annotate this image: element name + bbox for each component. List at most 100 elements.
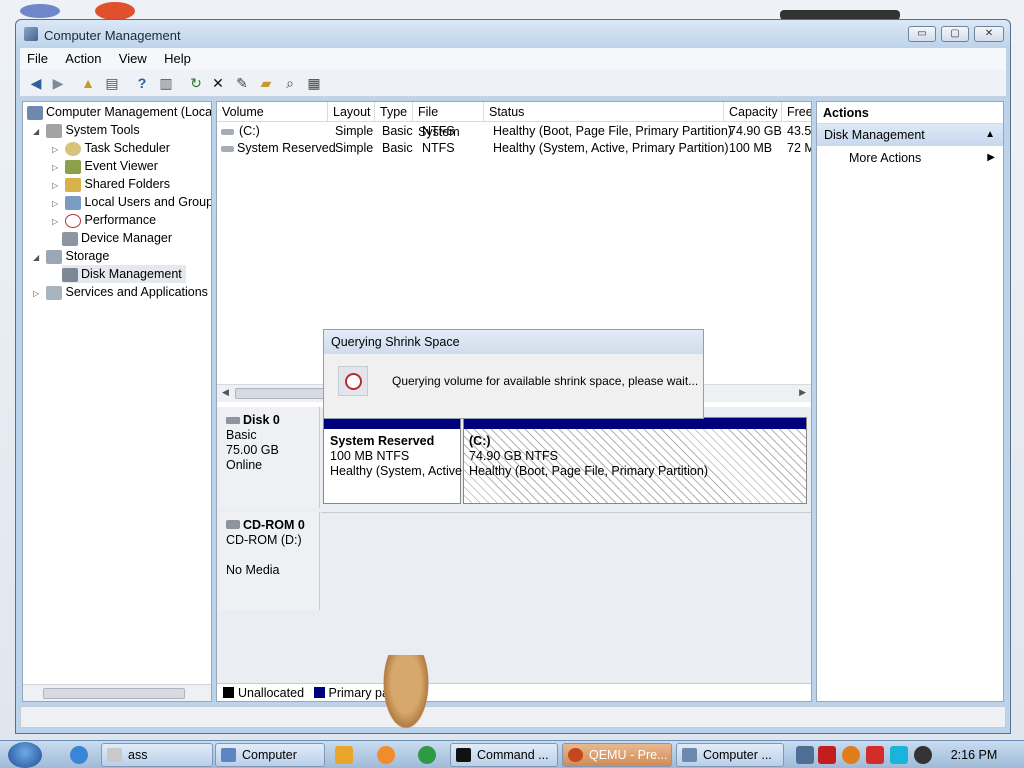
disk-map: Disk 0 Basic 75.00 GB Online System Rese…: [217, 407, 811, 689]
expand-arrow-icon[interactable]: ▷: [52, 213, 62, 231]
tree-item-computer-management[interactable]: Computer Management (Local: [27, 103, 211, 121]
media-player-icon[interactable]: [335, 746, 353, 764]
refresh-icon[interactable]: ↻: [186, 74, 206, 92]
close-button[interactable]: ✕: [974, 26, 1004, 42]
chrome-icon[interactable]: [418, 746, 436, 764]
partition-size: 100 MB NTFS: [330, 449, 410, 463]
column-free[interactable]: Free: [782, 102, 811, 122]
tree-item-shared-folders[interactable]: ▷ Shared Folders: [52, 175, 170, 193]
app-icon[interactable]: [377, 746, 395, 764]
disk-size: 75.00 GB: [226, 443, 279, 457]
taskbar-button-computer-management[interactable]: Computer ...: [676, 743, 784, 767]
disk-legend: Unallocated Primary part: [217, 683, 811, 701]
tray-icon[interactable]: [842, 746, 860, 764]
tree-item-event-viewer[interactable]: ▷ Event Viewer: [52, 157, 158, 175]
users-icon: [65, 195, 82, 210]
taskbar-button-ass[interactable]: ass: [101, 743, 213, 767]
column-capacity[interactable]: Capacity: [724, 102, 782, 122]
tools-icon: [46, 123, 63, 138]
internet-explorer-icon[interactable]: [70, 746, 88, 764]
column-file-system[interactable]: File System: [413, 102, 484, 139]
title-bar[interactable]: Computer Management ▭ ▢ ✕: [16, 20, 1010, 48]
column-volume[interactable]: Volume: [217, 102, 328, 122]
menu-help[interactable]: Help: [157, 48, 198, 69]
tray-icon[interactable]: [818, 746, 836, 764]
tree-item-services-applications[interactable]: ▷ Services and Applications: [33, 283, 208, 301]
dialog-title[interactable]: Querying Shrink Space: [324, 330, 703, 354]
collapse-arrow-icon[interactable]: ◢: [33, 249, 43, 267]
volume-row[interactable]: (C:) Simple Basic NTFS Healthy (Boot, Pa…: [217, 123, 811, 140]
partition-c-drive[interactable]: (C:) 74.90 GB NTFS Healthy (Boot, Page F…: [463, 417, 807, 504]
tray-icon[interactable]: [914, 746, 932, 764]
tray-icon[interactable]: [890, 746, 908, 764]
scroll-left-icon[interactable]: ◀: [222, 387, 229, 398]
delete-icon[interactable]: ✕: [208, 74, 228, 92]
show-hide-action-pane-icon[interactable]: ▥: [156, 74, 176, 92]
taskbar-button-computer[interactable]: Computer: [215, 743, 325, 767]
tray-icon[interactable]: [866, 746, 884, 764]
unallocated-swatch: [223, 687, 234, 698]
menu-file[interactable]: File: [20, 48, 55, 69]
command-prompt-icon: [456, 748, 471, 762]
computer-icon: [221, 748, 236, 762]
scroll-right-icon[interactable]: ▶: [799, 387, 806, 398]
partition-status: Healthy (System, Active: [330, 464, 462, 478]
cdrom-media: No Media: [226, 563, 280, 577]
storage-icon: [46, 249, 63, 264]
column-status[interactable]: Status: [484, 102, 724, 122]
more-actions-item[interactable]: More Actions ▶: [817, 146, 1003, 170]
actions-header: Actions: [817, 102, 1003, 124]
start-button[interactable]: [8, 742, 42, 768]
tree-item-storage[interactable]: ◢ Storage: [33, 247, 109, 265]
cdrom-area[interactable]: [321, 512, 811, 610]
services-icon: [46, 285, 63, 300]
drive-icon: [221, 140, 237, 157]
tree-item-disk-management[interactable]: Disk Management: [62, 265, 186, 283]
taskbar-button-qemu[interactable]: QEMU - Pre...: [562, 743, 672, 767]
tray-icon[interactable]: [796, 746, 814, 764]
disk-0-label[interactable]: Disk 0 Basic 75.00 GB Online: [217, 407, 320, 508]
toolbar: ◀ ▶ ▲ ▤ ? ▥ ↻ ✕ ✎ ▰ ⌕ ▦: [20, 70, 1006, 97]
up-folder-icon[interactable]: ▲: [78, 74, 98, 92]
open-folder-icon[interactable]: ▰: [256, 74, 276, 92]
column-layout[interactable]: Layout: [328, 102, 375, 122]
computer-icon: [27, 105, 43, 120]
cdrom-name: CD-ROM 0: [243, 518, 305, 532]
expand-arrow-icon[interactable]: ▷: [33, 285, 43, 303]
volume-row[interactable]: System Reserved Simple Basic NTFS Health…: [217, 140, 811, 157]
collapse-arrow-icon[interactable]: ◢: [33, 123, 43, 141]
maximize-button[interactable]: ▢: [941, 26, 969, 42]
actions-section-disk-management[interactable]: Disk Management ▲: [817, 124, 1003, 146]
cdrom-0-label[interactable]: CD-ROM 0 CD-ROM (D:) No Media: [217, 512, 320, 610]
disk-type: Basic: [226, 428, 257, 442]
primary-partition-bar: [464, 418, 806, 429]
menu-view[interactable]: View: [112, 48, 154, 69]
scrollbar-thumb[interactable]: [43, 688, 185, 699]
tree-horizontal-scrollbar[interactable]: [23, 684, 211, 701]
submenu-arrow-icon: ▶: [987, 152, 995, 163]
taskbar-button-command[interactable]: Command ...: [450, 743, 558, 767]
tree-item-system-tools[interactable]: ◢ System Tools: [33, 121, 140, 139]
tree-item-task-scheduler[interactable]: ▷ Task Scheduler: [52, 139, 170, 157]
tree-item-performance[interactable]: ▷ Performance: [52, 211, 156, 229]
column-type[interactable]: Type: [375, 102, 413, 122]
properties-icon[interactable]: ✎: [232, 74, 252, 92]
partition-status: Healthy (Boot, Page File, Primary Partit…: [469, 464, 708, 478]
collapse-up-icon[interactable]: ▲: [985, 124, 995, 146]
menu-action[interactable]: Action: [58, 48, 108, 69]
help-icon[interactable]: ?: [132, 74, 152, 92]
back-arrow-icon[interactable]: ◀: [26, 74, 46, 92]
forward-arrow-icon[interactable]: ▶: [48, 74, 68, 92]
taskbar-clock[interactable]: 2:16 PM: [944, 741, 1004, 768]
window-icon: [107, 748, 122, 762]
disk-name: Disk 0: [243, 413, 280, 427]
desktop-decoration: [20, 4, 60, 18]
dialog-message: Querying volume for available shrink spa…: [392, 374, 699, 388]
minimize-button[interactable]: ▭: [908, 26, 936, 42]
disk-view-icon[interactable]: ▦: [304, 74, 324, 92]
partition-system-reserved[interactable]: System Reserved 100 MB NTFS Healthy (Sys…: [323, 417, 462, 504]
tree-item-local-users-groups[interactable]: ▷ Local Users and Groups: [52, 193, 211, 211]
show-hide-tree-icon[interactable]: ▤: [102, 74, 122, 92]
tree-item-device-manager[interactable]: Device Manager: [62, 229, 172, 247]
search-icon[interactable]: ⌕: [280, 74, 300, 92]
